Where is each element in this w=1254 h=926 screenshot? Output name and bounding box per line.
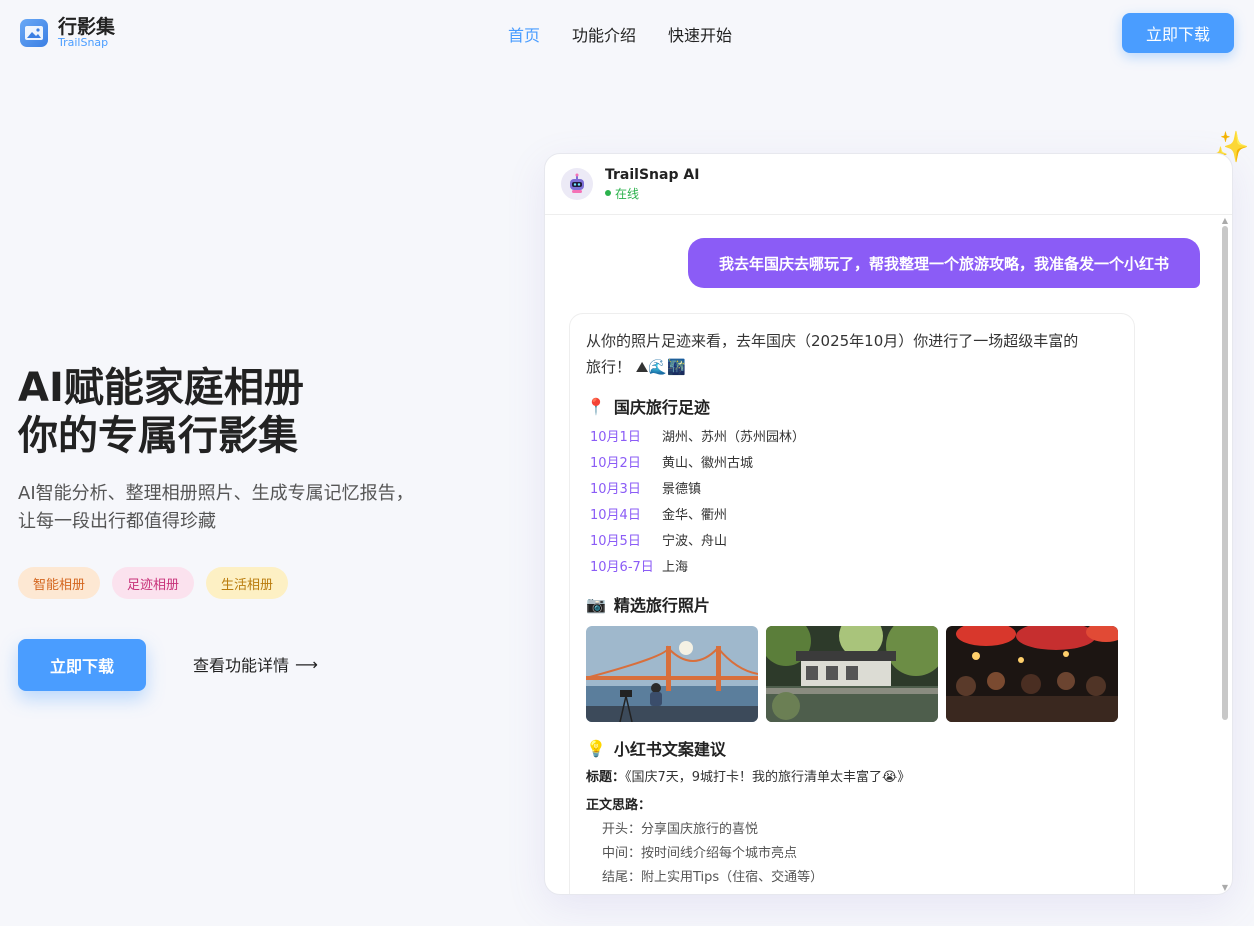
header-download-button[interactable]: 立即下载 [1122,13,1234,53]
pin-icon: 📍 [586,396,606,416]
robot-icon [561,168,593,200]
ai-intro-line1: 从你的照片足迹来看，去年国庆（2025年10月）你进行了一场超级丰富的 [586,332,1079,350]
trip-date: 10月2日 [590,455,641,471]
tag-life-album[interactable]: 生活相册 [206,567,289,599]
body-line: 中间：按时间线介绍每个城市亮点 [602,846,798,861]
nav-quickstart[interactable]: 快速开始 [668,22,732,46]
copy-section-title: 💡 小红书文案建议 [586,734,1118,762]
hero-title-line2: 你的专属行影集 [18,413,298,459]
ai-message: 从你的照片足迹来看，去年国庆（2025年10月）你进行了一场超级丰富的 旅行！ … [569,313,1135,894]
body-outline-label: 正文思路： [586,794,1118,818]
photo-night-market[interactable] [946,626,1118,722]
lightbulb-icon: 💡 [586,738,606,758]
scroll-down-icon[interactable]: ▼ [1222,883,1228,892]
title-label: 标题： [586,770,626,785]
body-line: 开头：分享国庆旅行的喜悦 [602,822,759,837]
list-item: 10月2日 黄山、徽州古城 [586,448,1118,474]
nav-home[interactable]: 首页 [508,22,540,46]
top-nav: 首页 功能介绍 快速开始 [508,22,732,46]
list-item: 10月3日 景德镇 [586,474,1118,500]
view-features-label: 查看功能详情 [193,656,290,675]
photo-grid [586,626,1118,722]
hero-desc-line2: 让每一段出行都值得珍藏 [18,511,216,532]
list-item: 10月6-7日 上海 [586,552,1118,578]
online-dot-icon [605,190,611,196]
chat-header: TrailSnap AI 在线 [545,154,1232,215]
ai-intro: 从你的照片足迹来看，去年国庆（2025年10月）你进行了一场超级丰富的 旅行！ … [586,328,1118,380]
travel-emoji-icon: ⛰🌊🌃 [635,358,686,376]
scrollbar-thumb[interactable] [1222,226,1228,720]
user-message: 我去年国庆去哪玩了，帮我整理一个旅游攻略，我准备发一个小红书 [688,238,1200,288]
app-subname: TrailSnap [58,36,109,49]
trip-place: 宁波、舟山 [662,533,728,549]
view-features-link[interactable]: 查看功能详情 ⟶ [193,652,318,676]
list-item: 10月5日 宁波、舟山 [586,526,1118,552]
photos-section-title: 📷 精选旅行照片 [586,590,1118,618]
nav-features[interactable]: 功能介绍 [572,22,636,46]
chat-window: TrailSnap AI 在线 ▲ ▼ 我去年国庆去哪玩了，帮我整理一个旅游攻略… [544,153,1233,895]
trip-place: 黄山、徽州古城 [662,455,754,471]
ai-intro-line2: 旅行！ ⛰🌊🌃 [586,354,1118,380]
hero-desc-line1: AI智能分析、整理相册照片、生成专属记忆报告， [18,483,414,504]
body-label: 正文思路： [586,798,652,813]
trip-date: 10月6-7日 [590,559,654,575]
hero-description: AI智能分析、整理相册照片、生成专属记忆报告， 让每一段出行都值得珍藏 [18,480,438,536]
trip-place: 上海 [662,559,689,575]
camera-icon: 📷 [586,594,606,614]
feature-tags: 智能相册 足迹相册 生活相册 [18,567,289,599]
list-item: 10月1日 湖州、苏州（苏州园林） [586,422,1118,448]
trip-section-title: 📍 国庆旅行足迹 [586,392,1118,420]
trip-place: 景德镇 [662,481,702,497]
trip-date: 10月3日 [590,481,641,497]
trip-section-label: 国庆旅行足迹 [613,398,710,417]
photo-garden[interactable] [766,626,938,722]
photo-bridge[interactable] [586,626,758,722]
trip-date: 10月4日 [590,507,641,523]
title-value: 《国庆7天，9城打卡！我的旅行清单太丰富了😭》 [625,770,911,785]
photos-section-label: 精选旅行照片 [613,596,710,615]
hero-download-button[interactable]: 立即下载 [18,639,146,691]
app-name: 行影集 [58,16,116,38]
copy-section-label: 小红书文案建议 [613,740,726,759]
trip-list: 10月1日 湖州、苏州（苏州园林） 10月2日 黄山、徽州古城 10月3日 景德镇 1… [586,422,1118,578]
tag-smart-album[interactable]: 智能相册 [18,567,101,599]
trip-date: 10月5日 [590,533,641,549]
scroll-up-icon[interactable]: ▲ [1222,216,1228,225]
hero-title: AI赋能家庭相册 你的专属行影集 [18,364,304,460]
tag-footprint-album[interactable]: 足迹相册 [112,567,195,599]
status-text: 在线 [615,186,640,201]
trip-place: 湖州、苏州（苏州园林） [662,429,806,445]
ai-intro-line2-text: 旅行！ [586,358,632,376]
bot-name: TrailSnap AI [605,166,700,183]
photo-album-icon [20,19,48,47]
body-line: 结尾：附上实用Tips（住宿、交通等） [602,870,824,885]
list-item: 10月4日 金华、衢州 [586,500,1118,526]
status-badge: 在线 [605,185,699,202]
logo[interactable]: 行影集 TrailSnap [20,17,115,49]
trip-place: 金华、衢州 [662,507,728,523]
arrow-right-icon: ⟶ [295,654,318,674]
trip-date: 10月1日 [590,429,641,445]
hero-title-line1: AI赋能家庭相册 [18,365,304,411]
suggested-title: 标题：《国庆7天，9城打卡！我的旅行清单太丰富了😭》 [586,766,1118,790]
